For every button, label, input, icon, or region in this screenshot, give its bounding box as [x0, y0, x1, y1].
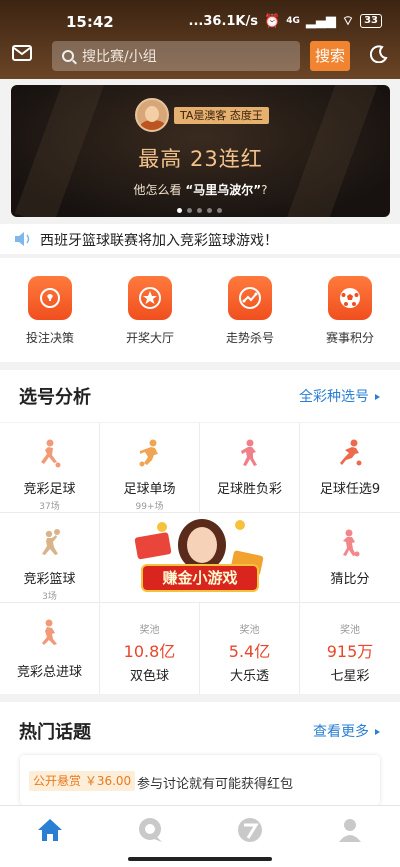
cell-name: 竞彩足球 [23, 482, 76, 497]
home-indicator[interactable] [128, 857, 272, 861]
pool-label: 奖池 [340, 625, 360, 636]
cell-sub: 99+场 [135, 502, 164, 512]
star-icon [139, 287, 161, 309]
search-icon [62, 50, 74, 62]
expert-tag: TA是澳客 态度王 [174, 107, 269, 124]
cell-sub: 3场 [42, 592, 57, 602]
cell-name: 足球单场 [123, 482, 176, 497]
quick-item-label: 投注决策 [25, 331, 74, 345]
promo-banner[interactable]: TA是澳客 态度王 最高 23连红 他怎么看 “马里乌波尔”? [11, 85, 390, 217]
soccer-player-icon [343, 529, 360, 557]
quick-item-trend[interactable]: 走势杀号 [200, 276, 300, 346]
network-label: 4G [286, 16, 300, 26]
expert-avatar [135, 98, 169, 132]
soccer-player-icon [41, 619, 57, 645]
pick-analysis-header: 选号分析 全彩种选号 [0, 370, 400, 422]
quick-item-bet-decision[interactable]: 投注决策 [0, 276, 100, 346]
cell-name: 猜比分 [330, 572, 370, 587]
status-indicators: ...36.1K/s ⏰ 4G ▂▄▆ ⌔ 33 [189, 13, 382, 29]
notice-bar[interactable]: 西班牙篮球联赛将加入竞彩篮球游戏！ [0, 224, 400, 254]
section-title: 热门话题 [19, 722, 91, 743]
banner-subtitle: 他怎么看 “马里乌波尔”? [133, 183, 268, 197]
profile-icon[interactable] [336, 816, 364, 844]
chat-icon[interactable] [136, 816, 164, 844]
soccer-player-icon [240, 439, 257, 466]
pool-amount: 10.8亿 [123, 642, 176, 661]
cell-name: 竞彩总进球 [16, 665, 82, 680]
pagination-dot[interactable] [207, 208, 212, 213]
grid-cell-single[interactable]: 足球单场 99+场 [100, 423, 200, 513]
pagination-dot[interactable] [177, 208, 182, 213]
pagination-dot[interactable] [217, 208, 222, 213]
speaker-icon [15, 232, 30, 246]
pool-label: 奖池 [139, 625, 160, 636]
pool-amount: 915万 [326, 642, 374, 661]
section-title: 选号分析 [19, 387, 91, 408]
soccer-ball-icon [340, 288, 360, 308]
night-mode-icon[interactable] [370, 45, 388, 63]
mail-icon[interactable] [12, 45, 32, 61]
cell-name: 大乐透 [229, 669, 269, 684]
trend-icon [239, 287, 261, 309]
bulb-icon [40, 288, 60, 308]
topic-desc: 参与讨论就有可能获得红包 [137, 777, 294, 792]
mini-game-promo[interactable]: 赚金小游戏 [122, 513, 278, 603]
wifi-icon: ⌔ [341, 14, 355, 29]
grid-cell-jczq[interactable]: 竞彩足球 37场 [0, 423, 100, 513]
grid-cell-total-goals[interactable]: 竞彩总进球 [0, 603, 100, 694]
cell-sub: 37场 [39, 502, 60, 512]
status-bar: 15:42 ...36.1K/s ⏰ 4G ▂▄▆ ⌔ 33 [0, 0, 400, 36]
pagination-dot[interactable] [187, 208, 192, 213]
battery-icon: 33 [360, 14, 382, 28]
grid-cell-ssq[interactable]: 奖池 10.8亿 双色球 [100, 603, 200, 694]
grid-cell-win-lose[interactable]: 足球胜负彩 [200, 423, 300, 513]
search-placeholder: 搜比赛/小组 [82, 49, 157, 65]
soccer-player-icon [340, 439, 362, 466]
basketball-player-icon [41, 529, 60, 555]
soccer-player-icon [139, 439, 158, 467]
alarm-icon: ⏰ [264, 13, 281, 29]
app-header: 搜比赛/小组 搜索 [0, 36, 400, 79]
pool-label: 奖池 [239, 625, 260, 636]
cell-name: 七星彩 [330, 669, 370, 684]
quick-item-draw-hall[interactable]: 开奖大厅 [100, 276, 200, 346]
soccer-player-icon [40, 439, 60, 468]
grid-cell-pick9[interactable]: 足球任选9 [300, 423, 400, 513]
search-input[interactable]: 搜比赛/小组 [52, 41, 300, 71]
search-button[interactable]: 搜索 [310, 41, 350, 71]
topic-card[interactable]: 公开悬赏 ￥36.00 参与讨论就有可能获得红包 [20, 755, 380, 805]
status-time: 15:42 [66, 13, 114, 31]
cell-name: 竞彩篮球 [23, 572, 76, 587]
cell-name: 双色球 [129, 669, 169, 684]
see-more-link[interactable]: 查看更多 [313, 721, 380, 741]
cell-name: 足球胜负彩 [216, 482, 282, 497]
reward-badge: 公开悬赏 ￥36.00 [29, 771, 136, 791]
quick-item-label: 走势杀号 [225, 331, 274, 345]
signal-icon: ▂▄▆ [305, 13, 336, 29]
banner-headline: 最高 23连红 [138, 147, 263, 171]
grid-cell-qxc[interactable]: 奖池 915万 七星彩 [300, 603, 400, 694]
quick-item-standings[interactable]: 赛事积分 [300, 276, 400, 346]
pagination-dot[interactable] [197, 208, 202, 213]
sport-icon[interactable] [236, 816, 264, 844]
grid-cell-dlt[interactable]: 奖池 5.4亿 大乐透 [200, 603, 300, 694]
net-speed: ...36.1K/s [188, 13, 258, 29]
bottom-tab-bar [0, 805, 400, 853]
quick-entries: 投注决策 开奖大厅 走势杀号 赛事积分 [0, 258, 400, 362]
banner-pagination [177, 208, 222, 213]
cell-name: 足球任选9 [319, 482, 381, 497]
game-label: 赚金小游戏 [161, 569, 237, 587]
quick-item-label: 开奖大厅 [125, 331, 174, 345]
pool-amount: 5.4亿 [228, 642, 271, 661]
all-lottery-link[interactable]: 全彩种选号 [299, 386, 380, 406]
quick-item-label: 赛事积分 [325, 331, 374, 345]
grid-cell-guess-score[interactable]: 猜比分 [300, 513, 400, 603]
notice-text: 西班牙篮球联赛将加入竞彩篮球游戏！ [40, 233, 278, 249]
grid-cell-jclq[interactable]: 竞彩篮球 3场 [0, 513, 100, 603]
home-icon[interactable] [36, 816, 64, 844]
